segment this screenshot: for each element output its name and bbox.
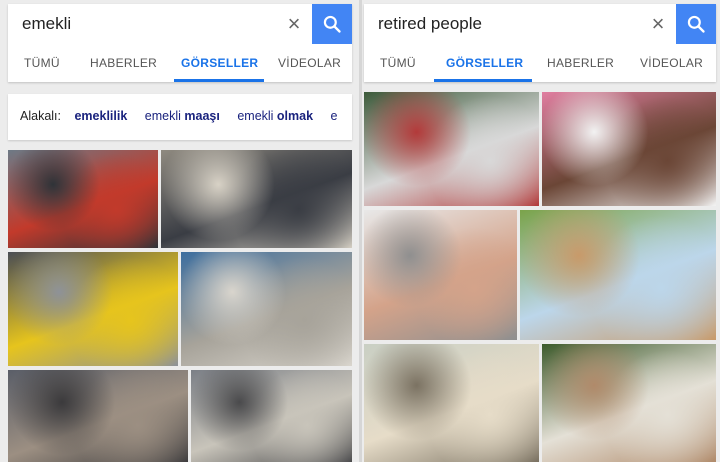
image-result[interactable] bbox=[364, 344, 539, 462]
image-result[interactable] bbox=[8, 252, 178, 366]
tab-videos[interactable]: VİDEOLAR bbox=[278, 44, 341, 82]
related-item-emekli-olmak[interactable]: emekli olmak bbox=[237, 109, 313, 123]
image-result[interactable] bbox=[181, 252, 352, 366]
image-result[interactable] bbox=[542, 344, 716, 462]
left-search-panel: emekli × TÜMÜ HABERLER GÖRSELLER VİDEOLA… bbox=[0, 0, 360, 462]
search-query[interactable]: retired people bbox=[378, 14, 482, 34]
search-bar-card: emekli × TÜMÜ HABERLER GÖRSELLER VİDEOLA… bbox=[8, 4, 352, 82]
clear-icon[interactable]: × bbox=[282, 12, 306, 36]
tab-images[interactable]: GÖRSELLER bbox=[446, 44, 523, 82]
image-result[interactable] bbox=[364, 92, 539, 206]
related-item-emeklilik[interactable]: emeklilik bbox=[74, 109, 127, 123]
related-item-truncated[interactable]: e bbox=[331, 109, 338, 123]
image-result[interactable] bbox=[364, 210, 517, 340]
search-query[interactable]: emekli bbox=[22, 14, 71, 34]
active-tab-indicator bbox=[434, 79, 532, 82]
clear-icon[interactable]: × bbox=[646, 12, 670, 36]
related-item-emekli-maasi[interactable]: emekli maaşı bbox=[145, 109, 220, 123]
search-button[interactable] bbox=[312, 4, 352, 44]
image-result[interactable] bbox=[8, 370, 188, 462]
search-tabs: TÜMÜ GÖRSELLER HABERLER VİDEOLAR bbox=[364, 44, 716, 82]
related-label: Alakalı: bbox=[20, 109, 61, 123]
tab-all[interactable]: TÜMÜ bbox=[380, 44, 416, 82]
search-button[interactable] bbox=[676, 4, 716, 44]
active-tab-indicator bbox=[174, 79, 264, 82]
related-searches-bar: Alakalı: emeklilik emekli maaşı emekli o… bbox=[8, 94, 352, 140]
image-result[interactable] bbox=[161, 150, 352, 248]
search-bar-card: retired people × TÜMÜ GÖRSELLER HABERLER… bbox=[364, 4, 716, 82]
search-icon bbox=[323, 15, 341, 33]
image-result[interactable] bbox=[520, 210, 716, 340]
tab-news[interactable]: HABERLER bbox=[547, 44, 614, 82]
tab-news[interactable]: HABERLER bbox=[90, 44, 157, 82]
tab-images[interactable]: GÖRSELLER bbox=[181, 44, 258, 82]
tab-videos[interactable]: VİDEOLAR bbox=[640, 44, 703, 82]
image-result[interactable] bbox=[8, 150, 158, 248]
right-search-panel: retired people × TÜMÜ GÖRSELLER HABERLER… bbox=[362, 0, 720, 462]
image-result[interactable] bbox=[191, 370, 352, 462]
search-tabs: TÜMÜ HABERLER GÖRSELLER VİDEOLAR bbox=[8, 44, 352, 82]
tab-all[interactable]: TÜMÜ bbox=[24, 44, 60, 82]
search-icon bbox=[687, 15, 705, 33]
image-result[interactable] bbox=[542, 92, 716, 206]
